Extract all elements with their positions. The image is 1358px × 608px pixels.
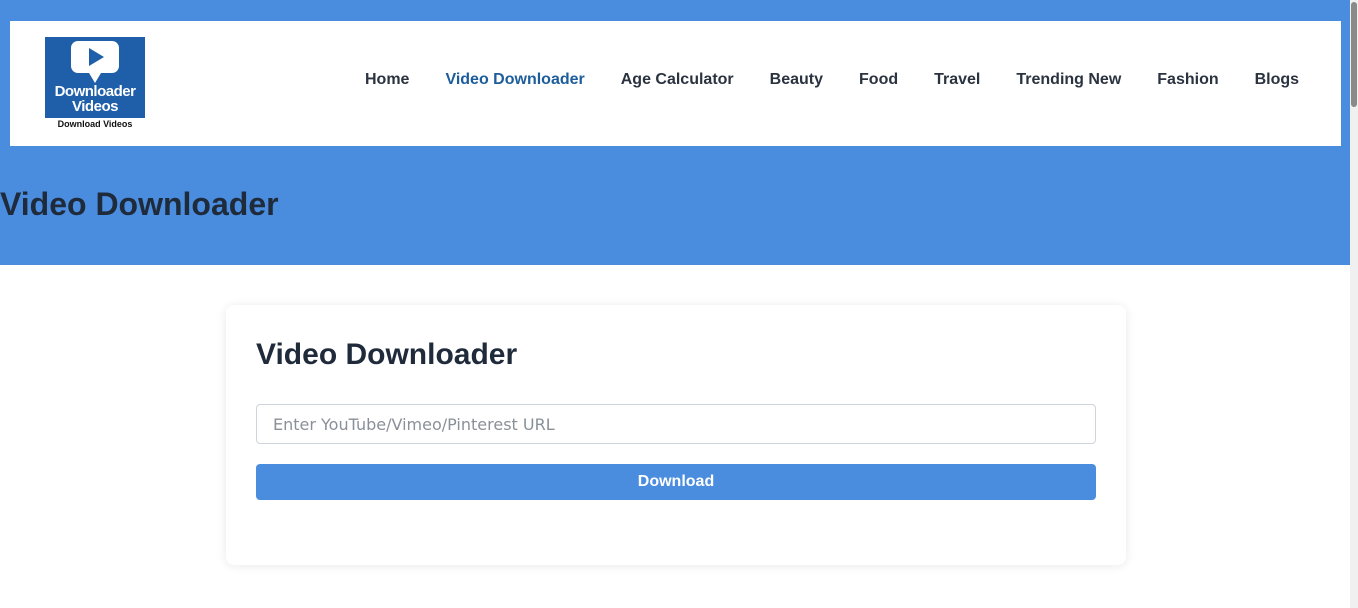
site-logo[interactable]: Downloader Videos Download Videos <box>45 37 145 129</box>
page-scrollbar[interactable] <box>1350 0 1358 608</box>
nav-item-age-calculator[interactable]: Age Calculator <box>621 71 734 89</box>
nav-item-trending-new[interactable]: Trending New <box>1016 71 1121 89</box>
nav-item-home[interactable]: Home <box>365 71 409 89</box>
logo-title-line2: Videos <box>72 98 118 115</box>
nav-item-food[interactable]: Food <box>859 71 898 89</box>
page: Downloader Videos Download Videos Home V… <box>0 0 1358 608</box>
download-button[interactable]: Download <box>256 464 1096 500</box>
logo-title-line1: Downloader <box>54 83 136 100</box>
page-title: Video Downloader <box>0 186 279 222</box>
nav-item-fashion[interactable]: Fashion <box>1157 71 1218 89</box>
nav-item-blogs[interactable]: Blogs <box>1255 71 1299 89</box>
logo-subtitle: Download Videos <box>57 119 133 129</box>
nav-item-video-downloader[interactable]: Video Downloader <box>445 71 584 89</box>
url-input[interactable] <box>256 404 1096 444</box>
card-title: Video Downloader <box>256 338 518 371</box>
site-header: Downloader Videos Download Videos Home V… <box>10 21 1341 146</box>
nav-item-beauty[interactable]: Beauty <box>770 71 823 89</box>
scrollbar-thumb[interactable] <box>1351 2 1357 107</box>
play-download-icon <box>71 41 119 73</box>
downloader-card: Video Downloader Download <box>226 305 1126 565</box>
download-arrow-icon <box>89 73 101 83</box>
main-nav: Home Video Downloader Age Calculator Bea… <box>365 71 1335 89</box>
nav-item-travel[interactable]: Travel <box>934 71 980 89</box>
logo-badge: Downloader Videos <box>45 37 145 118</box>
logo-title: Downloader Videos <box>45 84 145 114</box>
